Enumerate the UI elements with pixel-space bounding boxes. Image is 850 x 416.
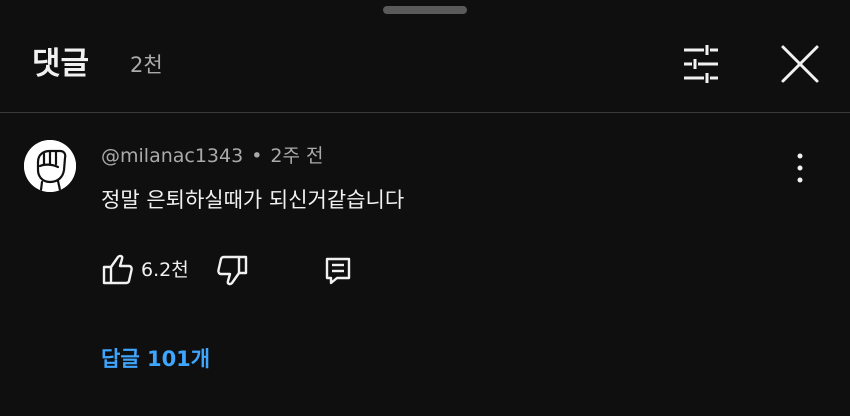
header-divider (0, 112, 850, 113)
reply-button[interactable] (323, 254, 353, 286)
thumb-down-icon (217, 255, 248, 286)
comment-meta: @milanac1343 • 2주 전 (101, 143, 324, 169)
comment-reply-icon (325, 257, 351, 285)
comment-actions: 6.2천 (101, 252, 401, 288)
like-count: 6.2천 (141, 259, 189, 281)
avatar[interactable] (24, 140, 76, 192)
close-icon (781, 45, 819, 83)
raised-fist-icon (24, 140, 76, 192)
view-replies-link[interactable]: 답글 101개 (101, 344, 210, 374)
comment-more-button[interactable] (788, 150, 812, 186)
filter-sliders-icon (684, 45, 718, 83)
comments-title: 댓글 (32, 46, 90, 82)
comment-author[interactable]: @milanac1343 (101, 145, 243, 167)
thumb-up-icon (102, 254, 133, 285)
filter-button[interactable] (680, 44, 722, 84)
comment-time: 2주 전 (270, 145, 324, 167)
like-button[interactable] (101, 252, 135, 288)
comment-text: 정말 은퇴하실때가 되신거같습니다 (101, 188, 405, 212)
meta-separator: • (251, 145, 263, 167)
comments-header: 댓글 2천 (0, 0, 850, 112)
close-button[interactable] (780, 44, 820, 84)
more-vert-icon (797, 153, 803, 183)
comments-sheet: 댓글 2천 @milanac1343 • 2주 전 정말 은퇴하실때가 되신거같… (0, 0, 850, 416)
comments-count: 2천 (130, 53, 163, 77)
dislike-button[interactable] (215, 252, 249, 288)
